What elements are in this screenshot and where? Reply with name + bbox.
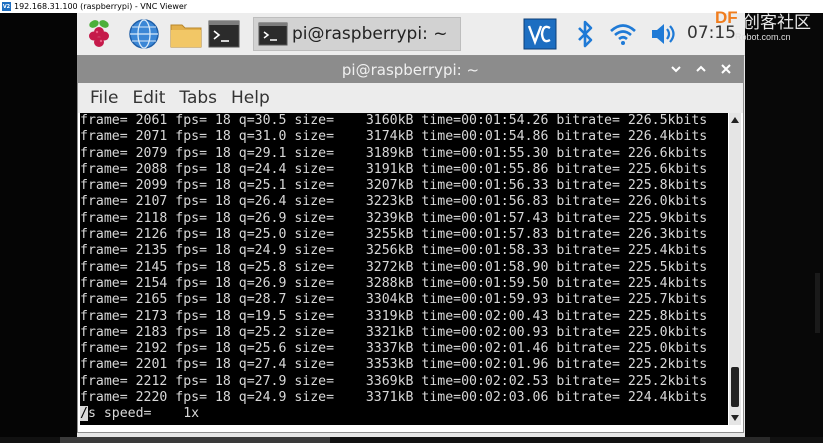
menu-tabs[interactable]: Tabs	[177, 88, 219, 108]
close-icon[interactable]	[718, 61, 734, 77]
chevron-down-icon[interactable]	[668, 61, 684, 77]
vnc-window-titlebar[interactable]: V2 192.168.31.100 (raspberrypi) - VNC Vi…	[0, 0, 823, 13]
terminal-scrollbar[interactable]	[729, 113, 741, 425]
terminal-line: frame= 2126 fps= 18 q=25.0 size= 3255kB …	[80, 227, 708, 243]
menu-file[interactable]: File	[88, 88, 120, 108]
terminal-line: frame= 2107 fps= 18 q=26.4 size= 3223kB …	[80, 194, 708, 210]
bluetooth-icon[interactable]	[575, 19, 595, 49]
terminal-titlebar[interactable]: pi@raspberrypi: ~	[78, 56, 743, 83]
outer-scrollbar[interactable]	[815, 273, 820, 333]
terminal-line: frame= 2145 fps= 18 q=25.8 size= 3272kB …	[80, 259, 708, 275]
terminal-title: pi@raspberrypi: ~	[341, 60, 480, 79]
terminal-line: frame= 2099 fps= 18 q=25.1 size= 3207kB …	[80, 178, 708, 194]
terminal-line: frame= 2192 fps= 18 q=25.6 size= 3337kB …	[80, 341, 708, 357]
menu-help[interactable]: Help	[229, 88, 272, 108]
vnc-icon[interactable]	[523, 18, 557, 50]
terminal-line: frame= 2183 fps= 18 q=25.2 size= 3321kB …	[80, 324, 708, 340]
terminal-prompt-line: /s speed= 1x	[80, 406, 728, 422]
terminal-cursor: /	[80, 406, 88, 422]
terminal-prompt-text: s speed= 1x	[87, 406, 200, 422]
terminal-line: frame= 2118 fps= 18 q=26.9 size= 3239kB …	[80, 210, 708, 226]
desktop-taskbar: pi@raspberrypi: ~ 07:15	[77, 13, 745, 56]
host-taskbar-edge	[0, 437, 823, 443]
watermark: DF 创客社区 Robot.com.cn	[715, 8, 823, 46]
terminal-line: frame= 2135 fps= 18 q=24.9 size= 3256kB …	[80, 243, 708, 259]
terminal-line: frame= 2165 fps= 18 q=28.7 size= 3304kB …	[80, 292, 708, 308]
speaker-icon[interactable]	[649, 21, 677, 47]
terminal-icon[interactable]	[207, 18, 241, 50]
terminal-line: frame= 2071 fps= 18 q=31.0 size= 3174kB …	[80, 129, 708, 145]
watermark-brand: DF	[715, 8, 738, 27]
terminal-menubar: File Edit Tabs Help	[78, 83, 743, 113]
wifi-icon[interactable]	[609, 21, 637, 47]
terminal-line: frame= 2173 fps= 18 q=19.5 size= 3319kB …	[80, 308, 708, 324]
scroll-down-arrow-icon[interactable]	[730, 413, 740, 423]
raspberry-icon[interactable]	[83, 18, 115, 50]
taskbar-terminal-task[interactable]: pi@raspberrypi: ~	[253, 17, 461, 51]
scroll-up-arrow-icon[interactable]	[730, 115, 740, 125]
folder-icon[interactable]	[169, 18, 203, 50]
globe-icon[interactable]	[127, 18, 161, 50]
vnc-window-title: 192.168.31.100 (raspberrypi) - VNC Viewe…	[14, 2, 188, 11]
terminal-line: frame= 2212 fps= 18 q=27.9 size= 3369kB …	[80, 373, 708, 389]
right-margin	[745, 13, 823, 443]
terminal-line: frame= 2201 fps= 18 q=27.4 size= 3353kB …	[80, 357, 708, 373]
terminal-window: pi@raspberrypi: ~ File Edit Tabs Help fr…	[77, 55, 744, 433]
watermark-brand-cn: 创客社区	[743, 13, 811, 33]
vnc-viewer-icon: V2	[2, 2, 11, 11]
terminal-line: frame= 2088 fps= 18 q=24.4 size= 3191kB …	[80, 161, 708, 177]
chevron-up-icon[interactable]	[693, 61, 709, 77]
terminal-line: frame= 2220 fps= 18 q=24.9 size= 3371kB …	[80, 390, 708, 406]
host-taskbar-segment	[700, 437, 770, 443]
terminal-line: frame= 2079 fps= 18 q=29.1 size= 3189kB …	[80, 145, 708, 161]
watermark-url: Robot.com.cn	[735, 32, 791, 42]
terminal-icon	[258, 22, 288, 46]
terminal-line: frame= 2061 fps= 18 q=30.5 size= 3160kB …	[80, 113, 708, 128]
menu-edit[interactable]: Edit	[130, 88, 167, 108]
task-title: pi@raspberrypi: ~	[292, 24, 448, 44]
left-margin	[0, 13, 77, 443]
host-taskbar-segment	[60, 437, 330, 443]
terminal-line: frame= 2154 fps= 18 q=26.9 size= 3288kB …	[80, 275, 708, 291]
scrollbar-thumb[interactable]	[731, 367, 739, 407]
terminal-output[interactable]: frame= 2061 fps= 18 q=30.5 size= 3160kB …	[80, 113, 728, 425]
